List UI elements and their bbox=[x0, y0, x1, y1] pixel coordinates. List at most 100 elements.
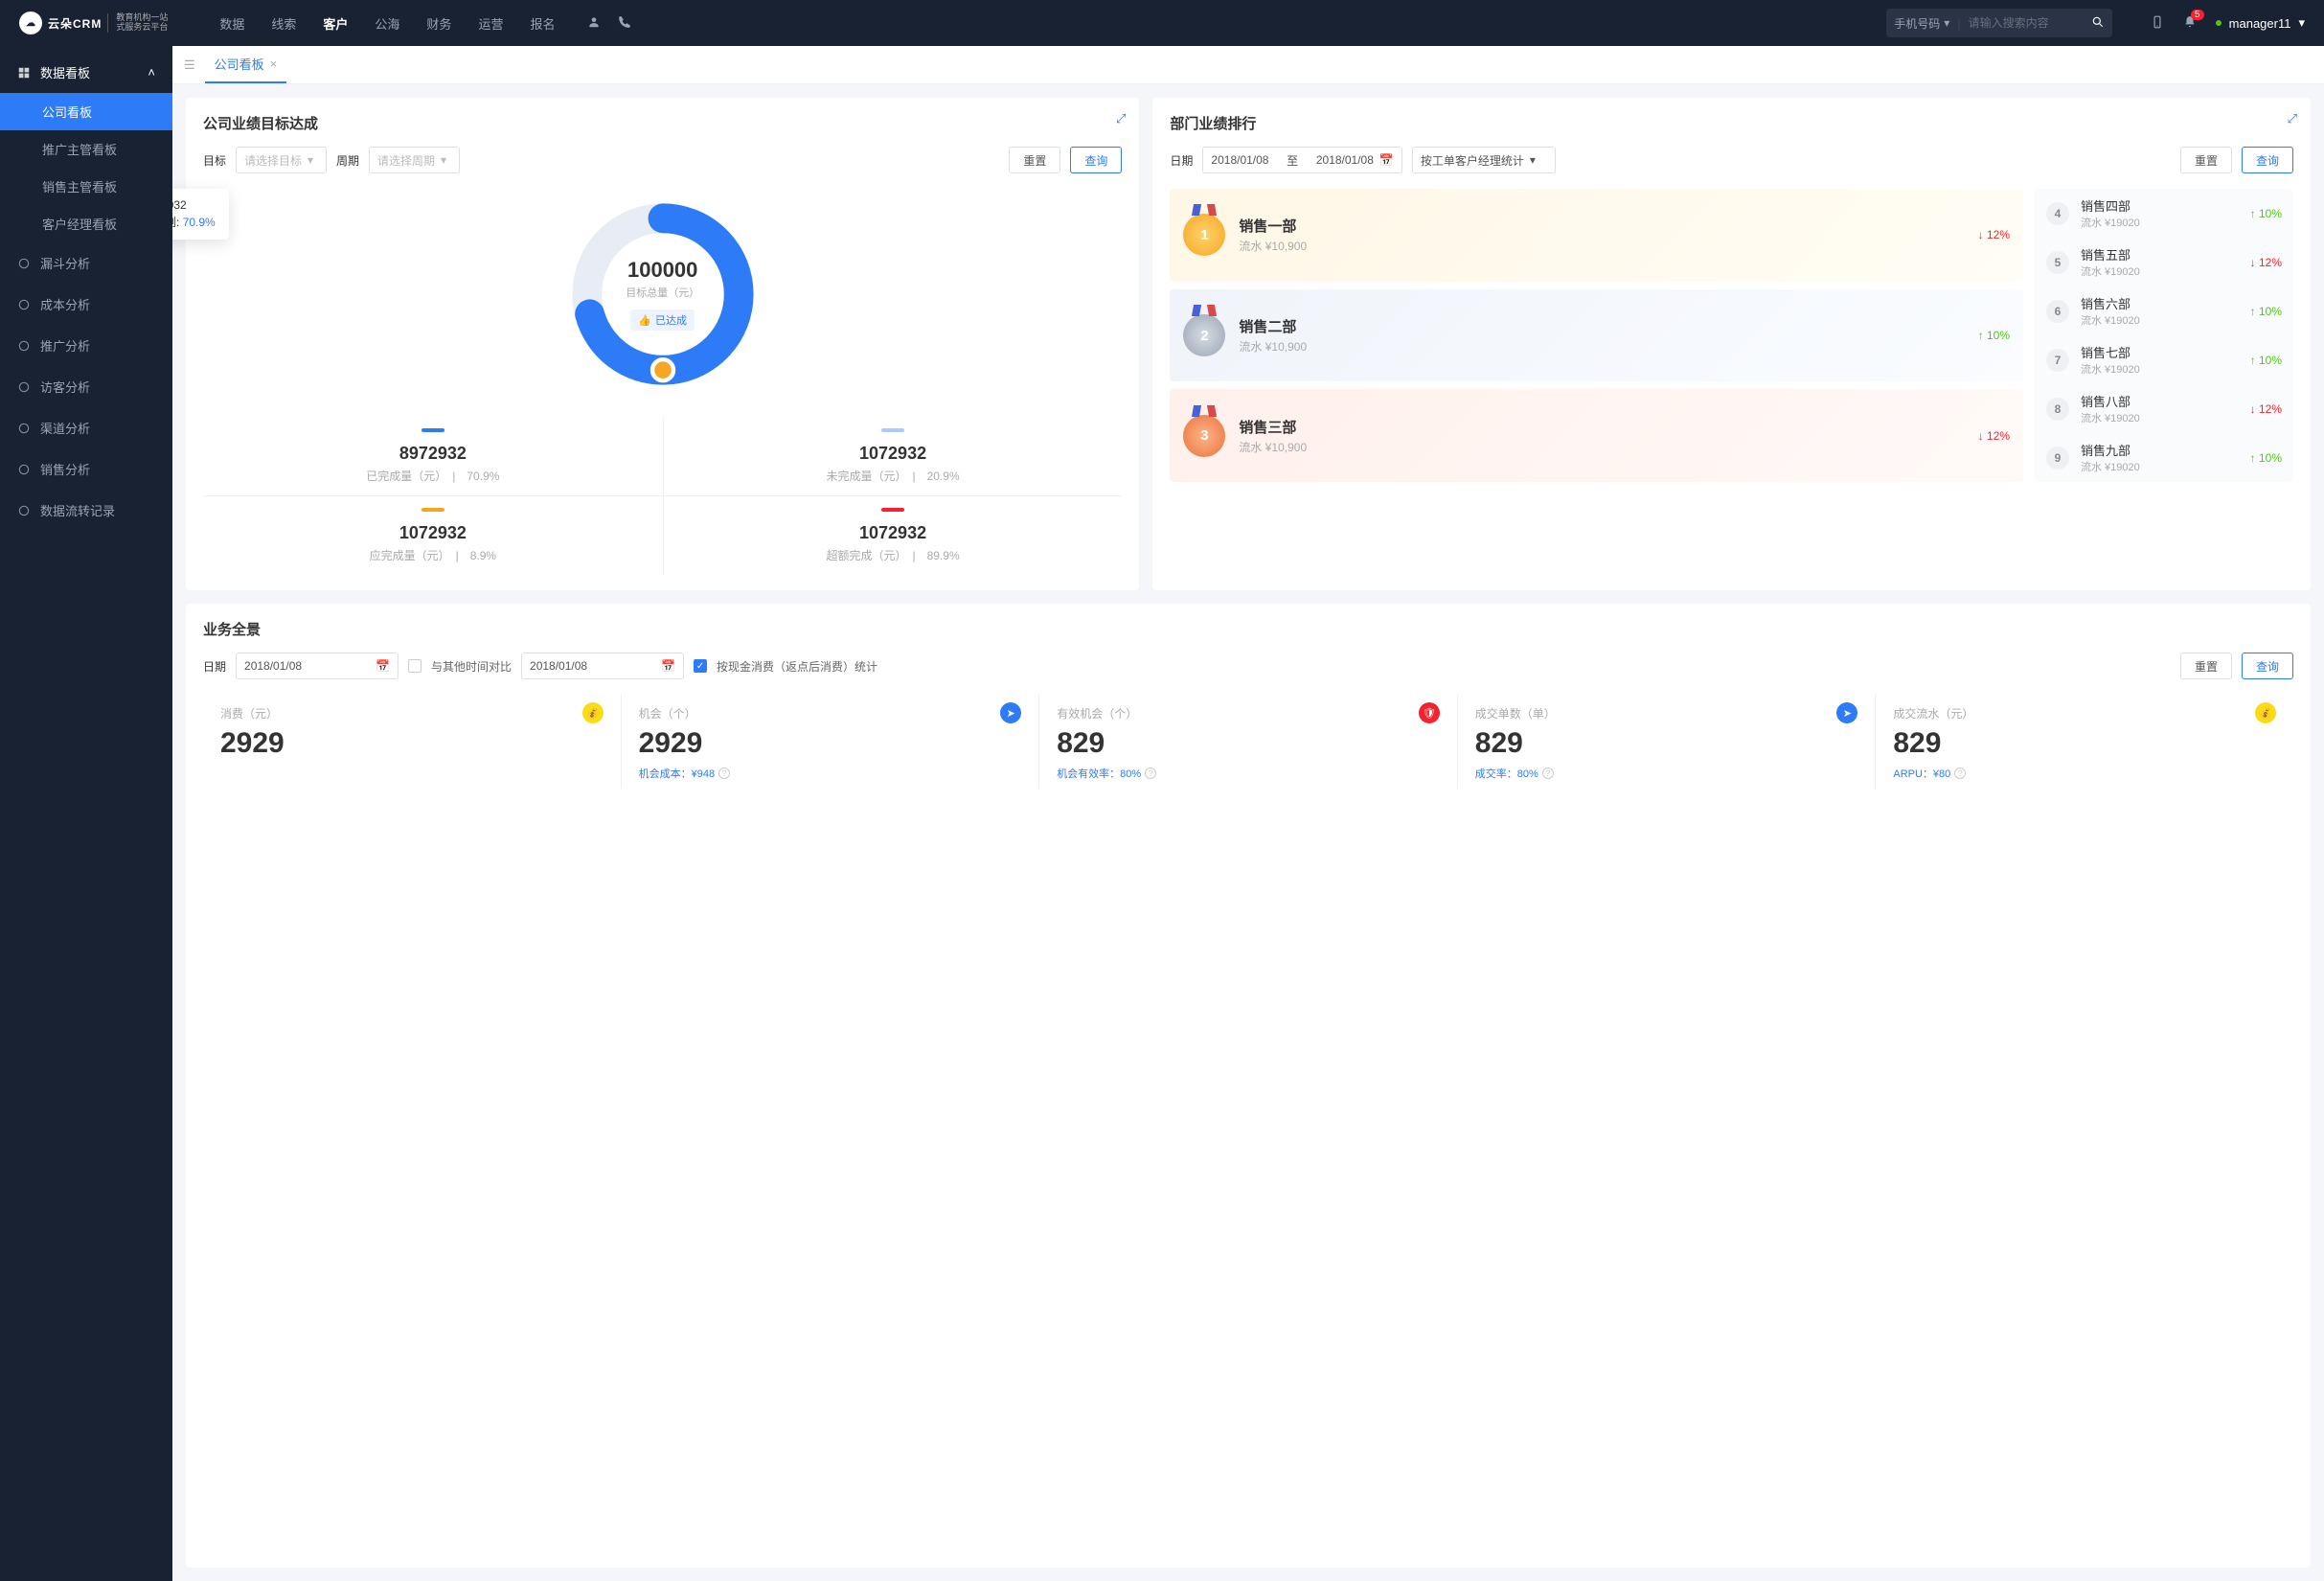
phone-icon[interactable] bbox=[618, 15, 631, 32]
sidebar-item[interactable]: 销售主管看板 bbox=[0, 168, 172, 205]
help-icon[interactable]: ? bbox=[1954, 768, 1966, 779]
stat-cell: 1072932应完成量（元） | 8.9% bbox=[203, 495, 663, 575]
ov-compare-checkbox[interactable] bbox=[408, 659, 422, 673]
user-icon[interactable] bbox=[587, 15, 601, 32]
sidebar-link[interactable]: 销售分析 bbox=[0, 448, 172, 490]
rank-row[interactable]: 6 销售六部流水 ¥19020 ↑ 10% bbox=[2035, 286, 2293, 335]
chevron-up-icon: ˄ bbox=[148, 65, 155, 80]
period-select[interactable]: 请选择周期▾ bbox=[369, 147, 460, 173]
filter-icon bbox=[17, 257, 31, 270]
trend-indicator: ↑ 10% bbox=[2250, 451, 2282, 465]
flow-icon bbox=[17, 504, 31, 517]
mobile-icon[interactable] bbox=[2151, 15, 2164, 32]
rank-row[interactable]: 7 销售七部流水 ¥19020 ↑ 10% bbox=[2035, 335, 2293, 384]
cost-icon bbox=[17, 298, 31, 311]
brand-sub: 教育机构一站式服务云平台 bbox=[107, 13, 168, 33]
chart-tooltip: 1072932 所占比例: 70.9% bbox=[172, 189, 229, 240]
brand-name: 云朵CRM bbox=[48, 15, 102, 32]
topnav-item[interactable]: 线索 bbox=[271, 14, 296, 33]
help-icon[interactable]: ? bbox=[718, 768, 730, 779]
channel-icon bbox=[17, 422, 31, 435]
search-type-select[interactable]: 手机号码 ▾ bbox=[1894, 15, 1949, 32]
trend-indicator: ↓ 12% bbox=[1978, 228, 2010, 241]
metric-icon: ➤ bbox=[1836, 702, 1857, 723]
overview-metric: 机会（个）➤ 2929机会成本：¥948 ? bbox=[621, 695, 1039, 789]
rank-date-range[interactable]: 2018/01/08 至 2018/01/08 📅 bbox=[1202, 147, 1401, 173]
topnav-item[interactable]: 财务 bbox=[426, 14, 451, 33]
target-reset-button[interactable]: 重置 bbox=[1009, 147, 1060, 173]
notif-badge: 5 bbox=[2191, 10, 2204, 20]
topright: 5 manager11 ▾ bbox=[2151, 15, 2305, 32]
user-menu[interactable]: manager11 ▾ bbox=[2216, 15, 2305, 31]
sidebar-link[interactable]: 推广分析 bbox=[0, 325, 172, 366]
topnav-item[interactable]: 客户 bbox=[323, 14, 348, 33]
topnav-item[interactable]: 运营 bbox=[478, 14, 503, 33]
card-target: ⤢ 公司业绩目标达成 目标 请选择目标▾ 周期 请选择周期▾ 重置 查询 bbox=[186, 98, 1139, 590]
stat-cell: 8972932已完成量（元） | 70.9% bbox=[203, 417, 663, 495]
trend-indicator: ↓ 12% bbox=[1978, 429, 2010, 443]
ov-reset-button[interactable]: 重置 bbox=[2180, 653, 2232, 679]
sidebar-group-databoard[interactable]: 数据看板 ˄ bbox=[0, 52, 172, 93]
podium-item[interactable]: 1 销售一部流水 ¥10,900 ↓ 12% bbox=[1170, 189, 2023, 282]
donut-total: 100000 bbox=[627, 258, 697, 283]
target-query-button[interactable]: 查询 bbox=[1070, 147, 1122, 173]
overview-filters: 日期 2018/01/08📅 与其他时间对比 2018/01/08📅 ✓ 按现金… bbox=[203, 653, 2293, 679]
rank-row[interactable]: 8 销售八部流水 ¥19020 ↓ 12% bbox=[2035, 384, 2293, 433]
promo-icon bbox=[17, 339, 31, 353]
rank-row[interactable]: 5 销售五部流水 ¥19020 ↓ 12% bbox=[2035, 238, 2293, 286]
help-icon[interactable]: ? bbox=[1542, 768, 1554, 779]
overview-metrics: 消费（元）💰 2929机会（个）➤ 2929机会成本：¥948 ?有效机会（个）… bbox=[203, 695, 2293, 789]
trend-indicator: ↑ 10% bbox=[1978, 329, 2010, 342]
topnav-item[interactable]: 公海 bbox=[375, 14, 399, 33]
topnav-item[interactable]: 报名 bbox=[530, 14, 555, 33]
ov-date2[interactable]: 2018/01/08📅 bbox=[521, 653, 684, 679]
expand-icon[interactable]: ⤢ bbox=[2288, 111, 2297, 126]
target-label: 目标 bbox=[203, 152, 226, 169]
expand-icon[interactable]: ⤢ bbox=[1116, 111, 1126, 126]
sidebar-item[interactable]: 客户经理看板 bbox=[0, 205, 172, 242]
rank-row[interactable]: 9 销售九部流水 ¥19020 ↑ 10% bbox=[2035, 433, 2293, 482]
ov-query-button[interactable]: 查询 bbox=[2242, 653, 2293, 679]
search-icon[interactable] bbox=[2091, 15, 2105, 32]
logo[interactable]: ☁ 云朵CRM 教育机构一站式服务云平台 bbox=[19, 11, 168, 34]
rank-list: 4 销售四部流水 ¥19020 ↑ 10%5 销售五部流水 ¥19020 ↓ 1… bbox=[2035, 189, 2293, 482]
podium-item[interactable]: 3 销售三部流水 ¥10,900 ↓ 12% bbox=[1170, 389, 2023, 482]
rank-statby-select[interactable]: 按工单客户经理统计▾ bbox=[1412, 147, 1556, 173]
sidebar-link[interactable]: 渠道分析 bbox=[0, 407, 172, 448]
podium-item[interactable]: 2 销售二部流水 ¥10,900 ↑ 10% bbox=[1170, 289, 2023, 382]
hamburger-icon[interactable]: ☰ bbox=[184, 57, 195, 73]
sidebar-link[interactable]: 成本分析 bbox=[0, 284, 172, 325]
rank-filters: 日期 2018/01/08 至 2018/01/08 📅 按工单客户经理统计▾ … bbox=[1170, 147, 2293, 173]
ov-date1[interactable]: 2018/01/08📅 bbox=[236, 653, 399, 679]
sidebar-link[interactable]: 数据流转记录 bbox=[0, 490, 172, 531]
tab-label: 公司看板 bbox=[215, 55, 264, 73]
sidebar: 数据看板 ˄ 公司看板推广主管看板销售主管看板客户经理看板 漏斗分析成本分析推广… bbox=[0, 46, 172, 1581]
overview-metric: 成交单数（单）➤ 829成交率：80% ? bbox=[1457, 695, 1876, 789]
rank-query-button[interactable]: 查询 bbox=[2242, 147, 2293, 173]
thumbsup-icon: 👍 bbox=[638, 314, 651, 327]
ov-compare-label: 与其他时间对比 bbox=[431, 658, 512, 675]
overview-metric: 有效机会（个）🛡 829机会有效率：80% ? bbox=[1038, 695, 1457, 789]
bell-icon[interactable]: 5 bbox=[2183, 15, 2197, 32]
rank-row[interactable]: 4 销售四部流水 ¥19020 ↑ 10% bbox=[2035, 189, 2293, 238]
card-rank-title: 部门业绩排行 bbox=[1170, 113, 2293, 133]
rank-reset-button[interactable]: 重置 bbox=[2180, 147, 2232, 173]
close-icon[interactable]: × bbox=[270, 57, 278, 71]
dashboard-icon bbox=[17, 66, 31, 80]
sidebar-item[interactable]: 推广主管看板 bbox=[0, 130, 172, 168]
tab-company-board[interactable]: 公司看板 × bbox=[205, 46, 287, 83]
topnav-item[interactable]: 数据 bbox=[219, 14, 244, 33]
chevron-down-icon: ▾ bbox=[1530, 153, 1536, 167]
sidebar-item[interactable]: 公司看板 bbox=[0, 93, 172, 130]
search-input[interactable] bbox=[1969, 16, 2084, 30]
sidebar-link[interactable]: 访客分析 bbox=[0, 366, 172, 407]
calendar-icon: 📅 bbox=[1379, 153, 1394, 167]
target-stats: 8972932已完成量（元） | 70.9%1072932未完成量（元） | 2… bbox=[203, 417, 1122, 575]
target-select[interactable]: 请选择目标▾ bbox=[236, 147, 327, 173]
help-icon[interactable]: ? bbox=[1145, 768, 1156, 779]
ov-cash-checkbox[interactable]: ✓ bbox=[694, 659, 707, 673]
chevron-down-icon: ▾ bbox=[441, 153, 446, 167]
sidebar-link[interactable]: 漏斗分析 bbox=[0, 242, 172, 284]
username: manager11 bbox=[2229, 16, 2291, 31]
donut-total-label: 目标总量（元） bbox=[626, 285, 699, 300]
